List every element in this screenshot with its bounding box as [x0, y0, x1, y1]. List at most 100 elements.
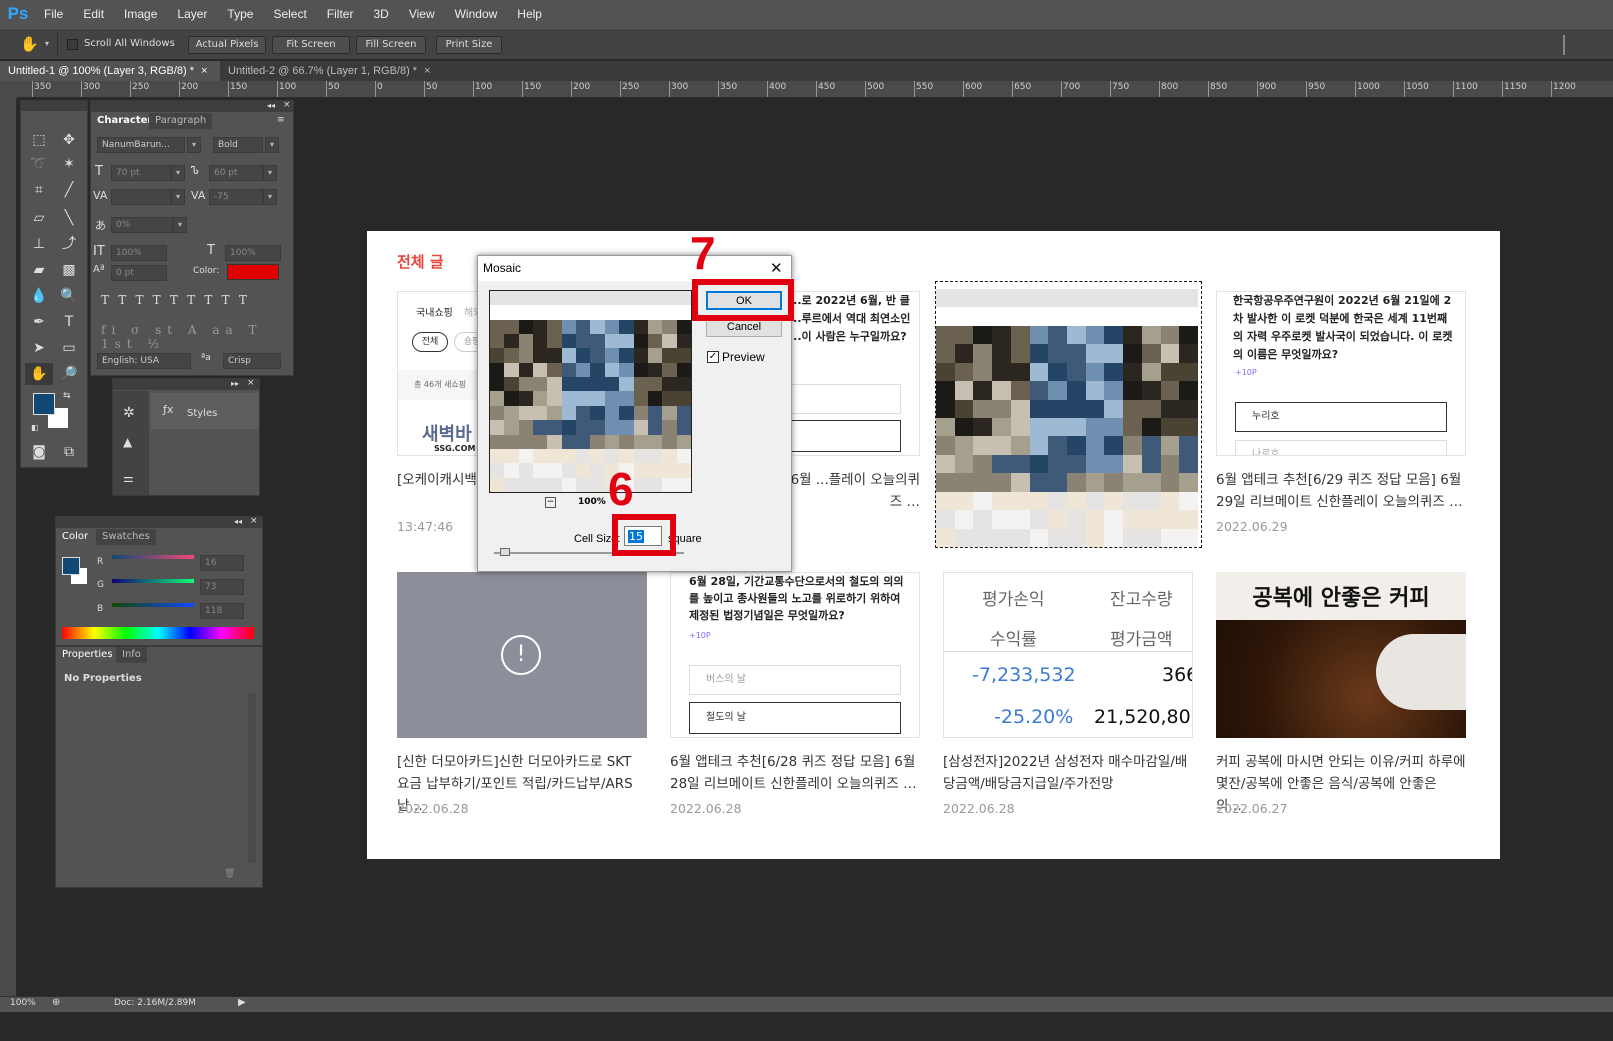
- marquee-tool-icon[interactable]: ⬚: [25, 129, 53, 151]
- adjustments-icon[interactable]: ⚌: [123, 471, 134, 485]
- default-colors-icon[interactable]: ◧: [31, 423, 39, 432]
- lasso-tool-icon[interactable]: ➰: [25, 153, 53, 175]
- panel-expand-handle[interactable]: [1545, 35, 1565, 55]
- stamp-tool-icon[interactable]: ⊥: [25, 233, 53, 255]
- menu-3d[interactable]: 3D: [363, 7, 398, 21]
- history-brush-icon[interactable]: ⤴: [55, 233, 83, 255]
- color-ramp[interactable]: [62, 627, 254, 639]
- dodge-tool-icon[interactable]: 🔍: [55, 285, 83, 307]
- card-title[interactable]: [삼성전자]2022년 삼성전자 매수마감일/배당금액/배당금지급일/주가전망: [943, 751, 1193, 795]
- tool-preset-chevron-icon[interactable]: ▾: [45, 39, 49, 48]
- brush-tool-icon[interactable]: ╲: [55, 207, 83, 229]
- chevron-down-icon[interactable]: ▾: [263, 165, 277, 181]
- share-icon[interactable]: ⊕: [52, 997, 60, 1008]
- tab-color[interactable]: Color: [56, 529, 95, 545]
- blur-tool-icon[interactable]: 💧: [25, 285, 53, 307]
- hand-tool-active-icon[interactable]: ✋: [25, 363, 53, 385]
- fill-screen-button[interactable]: Fill Screen: [356, 36, 426, 54]
- move-tool-icon[interactable]: ✥: [55, 129, 83, 151]
- tab-paragraph[interactable]: Paragraph: [149, 113, 213, 129]
- eyedropper-icon[interactable]: ╱: [55, 179, 83, 201]
- collapse-icon[interactable]: ▸▸: [231, 379, 239, 388]
- eraser-tool-icon[interactable]: ▰: [25, 259, 53, 281]
- swap-colors-icon[interactable]: ⇆: [63, 391, 71, 401]
- font-size-field[interactable]: 70 pt: [111, 165, 171, 181]
- chevron-down-icon[interactable]: ▾: [173, 217, 187, 233]
- antialias-select[interactable]: Crisp: [223, 353, 281, 369]
- ruler-origin[interactable]: [0, 81, 17, 98]
- magic-wand-icon[interactable]: ✶: [55, 153, 83, 175]
- menu-type[interactable]: Type: [217, 7, 263, 21]
- crop-tool-icon[interactable]: ⌗: [25, 179, 53, 201]
- menu-edit[interactable]: Edit: [73, 7, 114, 21]
- zoom-tool-icon[interactable]: 🔎: [55, 363, 83, 385]
- tab-swatches[interactable]: Swatches: [96, 529, 156, 545]
- screen-mode-icon[interactable]: ⧉: [55, 441, 83, 463]
- gradient-tool-icon[interactable]: ▩: [55, 259, 83, 281]
- menu-file[interactable]: File: [34, 7, 73, 21]
- close-icon[interactable]: ✕: [770, 259, 783, 277]
- language-select[interactable]: English: USA: [97, 353, 191, 369]
- close-icon[interactable]: ×: [283, 100, 291, 110]
- trash-icon[interactable]: 🗑: [224, 869, 235, 879]
- actual-pixels-button[interactable]: Actual Pixels: [188, 36, 266, 54]
- type-tool-icon[interactable]: T: [55, 311, 83, 333]
- foreground-color-swatch[interactable]: [62, 557, 80, 575]
- card-thumbnail[interactable]: !: [397, 572, 647, 738]
- collapse-icon[interactable]: ◂◂: [267, 101, 275, 110]
- chevron-down-icon[interactable]: ▾: [263, 189, 277, 205]
- r-slider[interactable]: [112, 555, 194, 559]
- card-thumbnail[interactable]: 6월 28일, 기간교통수단으로서의 철도의 의의를 높이고 종사원들의 노고를…: [670, 572, 920, 738]
- tab-properties[interactable]: Properties: [56, 647, 119, 663]
- panel-header[interactable]: [56, 517, 262, 528]
- shape-tool-icon[interactable]: ▭: [55, 337, 83, 359]
- path-select-icon[interactable]: ➤: [25, 337, 53, 359]
- hand-tool-icon[interactable]: ✋: [20, 35, 39, 53]
- foreground-color-swatch[interactable]: [33, 393, 55, 415]
- card-title[interactable]: 6월 앱테크 추천[6/29 퀴즈 정답 모음] 6월 29일 리브메이트 신한…: [1216, 469, 1466, 513]
- navigator-icon[interactable]: ✲: [123, 405, 135, 421]
- panel-menu-icon[interactable]: ≡: [277, 115, 285, 125]
- fit-screen-button[interactable]: Fit Screen: [272, 36, 350, 54]
- preview-checkbox[interactable]: ✓: [707, 351, 719, 363]
- doc-tab-untitled-1[interactable]: Untitled-1 @ 100% (Layer 3, RGB/8) * ×: [0, 61, 220, 81]
- menu-view[interactable]: View: [399, 7, 445, 21]
- chevron-down-icon[interactable]: ▾: [171, 165, 185, 181]
- status-menu-arrow-icon[interactable]: ▶: [238, 997, 246, 1008]
- close-icon[interactable]: ×: [201, 65, 207, 77]
- pen-tool-icon[interactable]: ✒: [25, 311, 53, 333]
- menu-layer[interactable]: Layer: [167, 7, 217, 21]
- histogram-icon[interactable]: ▲: [123, 435, 132, 449]
- b-field[interactable]: 118: [200, 603, 244, 619]
- kerning-field[interactable]: [111, 189, 171, 205]
- vertical-ruler[interactable]: [0, 98, 17, 996]
- panel-header[interactable]: [91, 101, 293, 112]
- chevron-down-icon[interactable]: ▾: [265, 137, 279, 153]
- faux-style-buttons[interactable]: TTTTTTTTT: [101, 293, 256, 307]
- scroll-all-checkbox[interactable]: [67, 39, 78, 50]
- tab-info[interactable]: Info: [116, 647, 147, 663]
- vertical-scale-field[interactable]: 100%: [111, 245, 167, 261]
- g-field[interactable]: 73: [200, 579, 244, 595]
- horizontal-ruler[interactable]: 350 300 250 200 150 100 50 0 50 100 150 200 250 300 35…: [17, 81, 1613, 98]
- opentype-buttons[interactable]: fi σ st A aa T 1st ½: [101, 323, 293, 351]
- chevron-down-icon[interactable]: ▾: [187, 137, 201, 153]
- close-icon[interactable]: ×: [424, 65, 430, 77]
- leading-field[interactable]: 60 pt: [209, 165, 263, 181]
- close-icon[interactable]: ×: [247, 378, 255, 388]
- card-thumbnail[interactable]: 한국항공우주연구원이 2022년 6월 21일에 2차 발사한 이 로켓 덕분에…: [1216, 291, 1466, 456]
- card-thumbnail[interactable]: 공복에 안좋은 커피: [1216, 572, 1466, 738]
- font-style-select[interactable]: Bold: [213, 137, 263, 153]
- tracking-field[interactable]: -75: [209, 189, 263, 205]
- chevron-down-icon[interactable]: ▾: [171, 189, 185, 205]
- tsume-field[interactable]: 0%: [111, 217, 173, 233]
- menu-window[interactable]: Window: [445, 7, 508, 21]
- card-title[interactable]: 6월 앱테크 추천[6/28 퀴즈 정답 모음] 6월 28일 리브메이트 신한…: [670, 751, 920, 795]
- r-field[interactable]: 16: [200, 555, 244, 571]
- close-icon[interactable]: ×: [250, 516, 258, 526]
- zoom-out-icon[interactable]: −: [545, 497, 556, 508]
- menu-select[interactable]: Select: [263, 7, 316, 21]
- baseline-shift-field[interactable]: 0 pt: [111, 265, 167, 281]
- healing-brush-icon[interactable]: ▱: [25, 207, 53, 229]
- card-thumbnail[interactable]: 평가손익 잔고수량 수익률 평가금액 -7,233,532 366 -25.20…: [943, 572, 1193, 738]
